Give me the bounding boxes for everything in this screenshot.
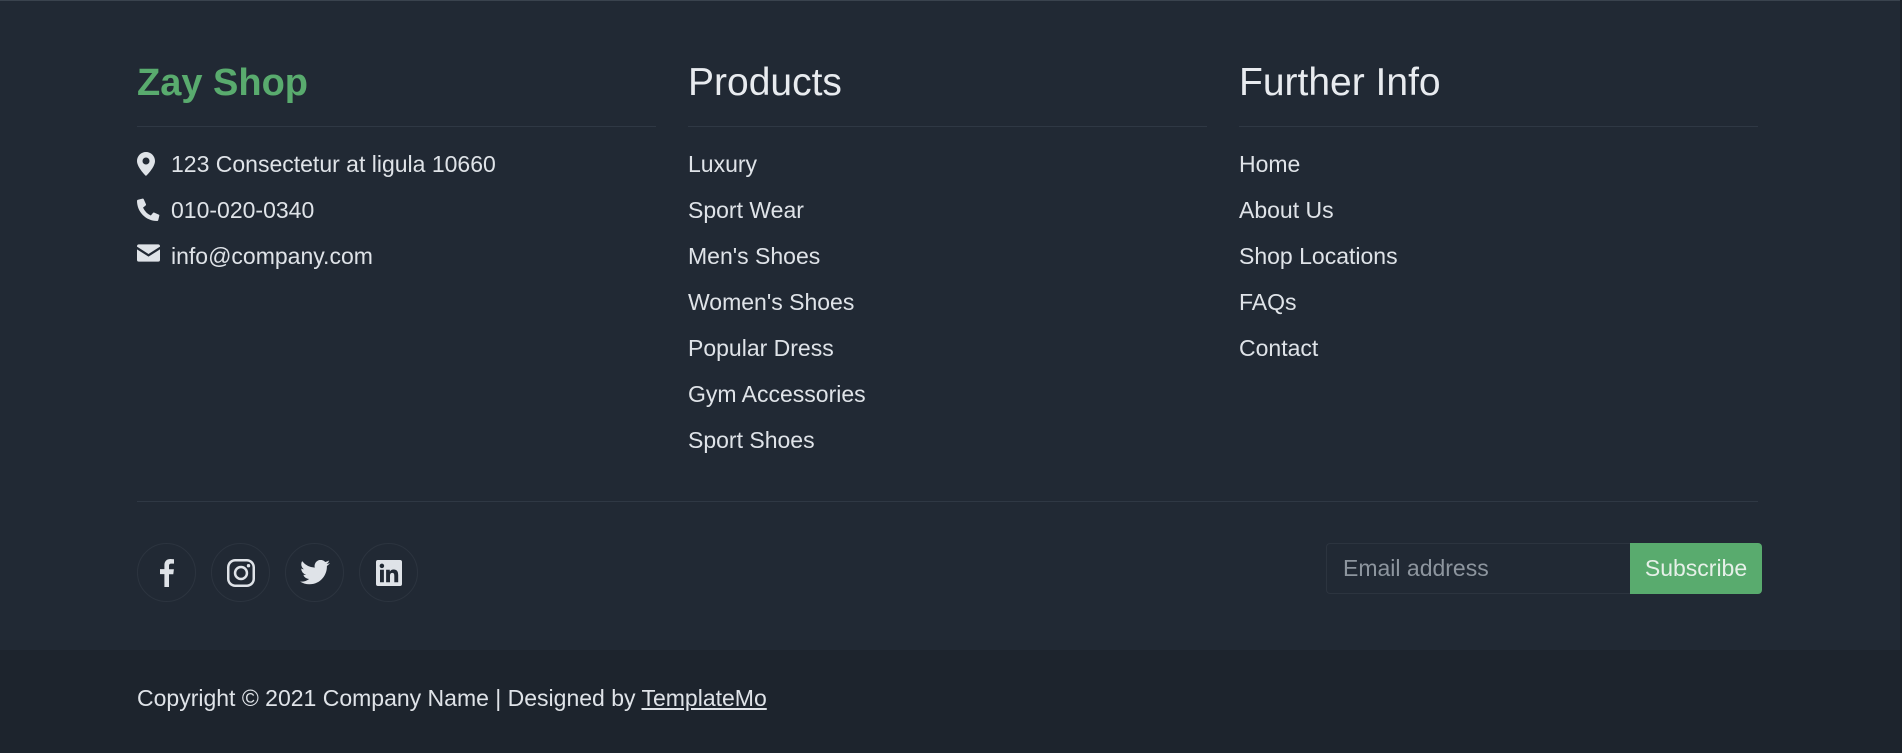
templatemo-link[interactable]: TemplateMo [641,685,766,711]
contact-address: 123 Consectetur at ligula 10660 [137,149,656,195]
product-link-womens-shoes[interactable]: Women's Shoes [688,287,854,317]
list-item: About Us [1239,195,1758,241]
footer-products-column: Products Luxury Sport Wear Men's Shoes W… [688,1,1207,471]
footer-bottom-bar: Copyright © 2021 Company Name | Designed… [0,650,1902,753]
list-item: Gym Accessories [688,379,1207,425]
list-item: Luxury [688,149,1207,195]
footer-container: Zay Shop 123 Consectetur at ligula 10660… [137,1,1758,471]
list-item: Popular Dress [688,333,1207,379]
product-link-mens-shoes[interactable]: Men's Shoes [688,241,820,271]
facebook-button[interactable] [137,543,196,602]
footer-columns: Zay Shop 123 Consectetur at ligula 10660… [137,1,1758,471]
email-address-input[interactable] [1326,543,1630,594]
phone-icon [137,195,161,221]
contact-phone: 010-020-0340 [137,195,656,241]
info-list: Home About Us Shop Locations FAQs Contac… [1239,127,1758,379]
product-link-gym-accessories[interactable]: Gym Accessories [688,379,866,409]
newsletter-form: Subscribe [1326,543,1762,594]
info-link-home[interactable]: Home [1239,149,1300,179]
twitter-icon [299,560,330,585]
instagram-button[interactable] [211,543,270,602]
info-link-faqs[interactable]: FAQs [1239,287,1297,317]
list-item: Women's Shoes [688,287,1207,333]
footer-info-column: Further Info Home About Us Shop Location… [1239,1,1758,471]
linkedin-icon [375,559,402,586]
list-item: Men's Shoes [688,241,1207,287]
product-link-luxury[interactable]: Luxury [688,149,757,179]
copyright-notice: Copyright © 2021 Company Name | Designed… [137,685,767,712]
instagram-icon [226,558,255,587]
footer-divider [137,501,1758,502]
map-marker-icon [137,149,161,176]
list-item: FAQs [1239,287,1758,333]
brand-title: Zay Shop [137,1,656,127]
address-text: 123 Consectetur at ligula 10660 [171,151,496,177]
email-link[interactable]: info@company.com [171,241,373,271]
list-item: Shop Locations [1239,241,1758,287]
products-list: Luxury Sport Wear Men's Shoes Women's Sh… [688,127,1207,471]
info-link-shop-locations[interactable]: Shop Locations [1239,241,1398,271]
list-item: Contact [1239,333,1758,379]
twitter-button[interactable] [285,543,344,602]
info-link-contact[interactable]: Contact [1239,333,1318,363]
list-item: Home [1239,149,1758,195]
envelope-icon [137,241,161,262]
list-item: Sport Wear [688,195,1207,241]
linkedin-button[interactable] [359,543,418,602]
site-footer: Zay Shop 123 Consectetur at ligula 10660… [0,0,1902,650]
footer-brand-column: Zay Shop 123 Consectetur at ligula 10660… [137,1,656,471]
social-links [137,543,418,602]
list-item: Sport Shoes [688,425,1207,471]
products-title: Products [688,1,1207,127]
contact-list: 123 Consectetur at ligula 10660 010-020-… [137,127,656,287]
subscribe-button[interactable]: Subscribe [1630,543,1762,594]
product-link-sport-wear[interactable]: Sport Wear [688,195,804,225]
contact-email: info@company.com [137,241,656,287]
facebook-icon [159,558,174,587]
product-link-sport-shoes[interactable]: Sport Shoes [688,425,815,455]
phone-link[interactable]: 010-020-0340 [171,195,314,225]
further-info-title: Further Info [1239,1,1758,127]
info-link-about-us[interactable]: About Us [1239,195,1334,225]
copyright-text: Copyright © 2021 Company Name | Designed… [137,685,642,711]
product-link-popular-dress[interactable]: Popular Dress [688,333,834,363]
